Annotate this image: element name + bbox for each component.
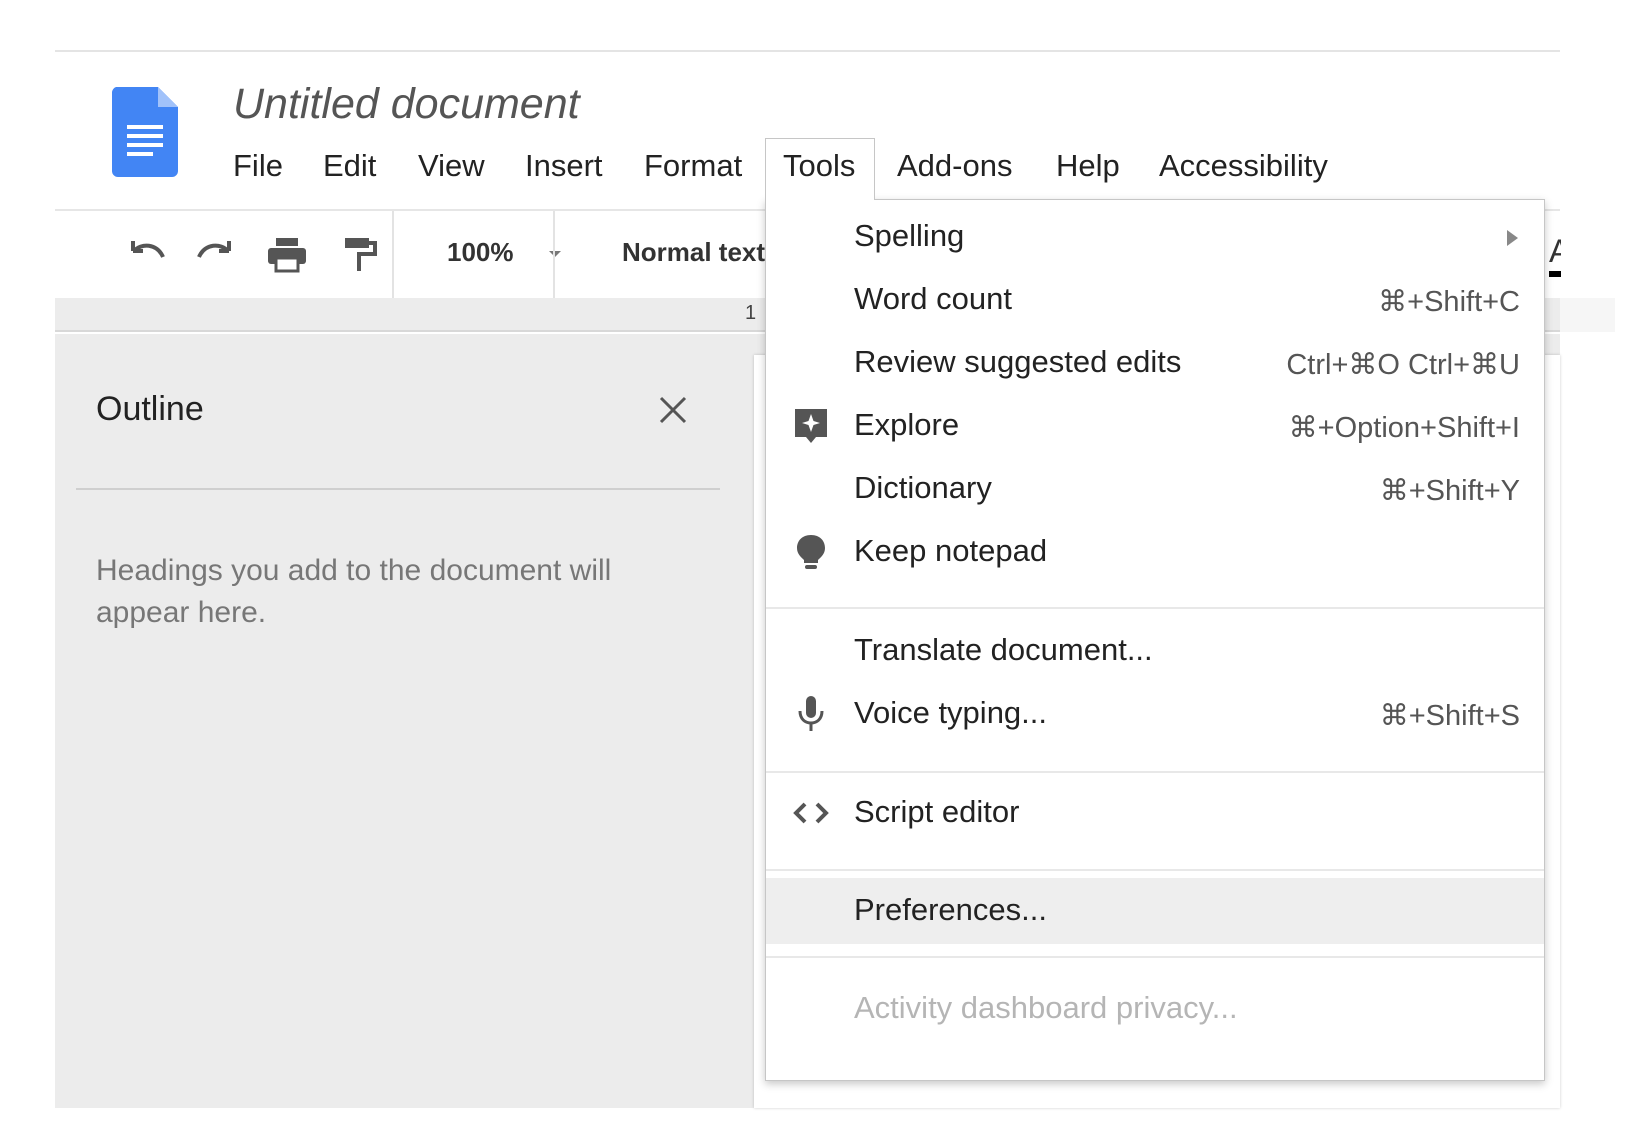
menu-item-word-count[interactable]: Word count ⌘+Shift+C	[766, 267, 1544, 333]
menu-item-label: Dictionary	[854, 470, 992, 505]
menu-separator	[766, 607, 1544, 609]
outline-divider	[76, 488, 720, 490]
menu-item-label: Voice typing...	[854, 695, 1048, 730]
menu-item-label: Preferences...	[854, 892, 1047, 927]
menu-edit[interactable]: Edit	[323, 148, 376, 184]
undo-icon[interactable]	[125, 237, 169, 273]
ruler-mark: 1	[745, 302, 757, 324]
menu-help[interactable]: Help	[1056, 148, 1120, 184]
menu-format[interactable]: Format	[644, 148, 742, 184]
outline-title: Outline	[96, 390, 204, 428]
zoom-caret-icon	[549, 251, 561, 257]
menu-item-shortcut: ⌘+Option+Shift+I	[1288, 412, 1520, 444]
menu-item-label: Spelling	[854, 218, 965, 253]
code-icon	[793, 802, 829, 824]
docs-logo-icon[interactable]	[112, 87, 178, 177]
menu-item-explore[interactable]: Explore ⌘+Option+Shift+I	[766, 393, 1544, 459]
redo-icon[interactable]	[193, 237, 237, 273]
text-color-swatch	[1549, 271, 1561, 277]
document-title[interactable]: Untitled document	[233, 80, 580, 129]
menu-item-label: Keep notepad	[854, 533, 1048, 568]
paragraph-style-select[interactable]: Normal text	[622, 237, 782, 268]
menu-tools[interactable]: Tools	[783, 148, 855, 184]
menu-item-dictionary[interactable]: Dictionary ⌘+Shift+Y	[766, 456, 1544, 522]
lightbulb-icon	[797, 535, 825, 569]
menu-item-label: Word count	[854, 281, 1012, 316]
outline-empty-hint: Headings you add to the document will ap…	[96, 554, 612, 629]
menu-item-voice-typing[interactable]: Voice typing... ⌘+Shift+S	[766, 681, 1544, 747]
paint-format-icon[interactable]	[337, 237, 381, 273]
menu-separator	[766, 771, 1544, 773]
zoom-select[interactable]: 100%	[447, 237, 514, 268]
toolbar-separator	[392, 211, 394, 298]
menu-add-ons[interactable]: Add-ons	[897, 148, 1012, 184]
tools-menu: Spelling Word count ⌘+Shift+C Review sug…	[765, 199, 1545, 1081]
menu-item-activity-dashboard-privacy: Activity dashboard privacy...	[766, 976, 1544, 1042]
menu-file[interactable]: File	[233, 148, 283, 184]
ruler-margin	[1560, 298, 1615, 332]
menu-separator	[766, 956, 1544, 958]
menu-item-shortcut: Ctrl+⌘O Ctrl+⌘U	[1286, 349, 1520, 381]
menu-item-spelling[interactable]: Spelling	[766, 204, 1544, 270]
menu-item-keep-notepad[interactable]: Keep notepad	[766, 519, 1544, 585]
print-icon[interactable]	[265, 237, 309, 273]
menu-item-label: Script editor	[854, 794, 1020, 829]
menu-item-label: Translate document...	[854, 632, 1153, 667]
menu-item-label: Explore	[854, 407, 960, 442]
menu-item-label: Review suggested edits	[854, 344, 1182, 379]
menu-item-translate-document[interactable]: Translate document...	[766, 618, 1544, 684]
close-icon[interactable]	[655, 392, 691, 428]
menu-view[interactable]: View	[418, 148, 485, 184]
menu-item-shortcut: ⌘+Shift+C	[1378, 286, 1520, 318]
menu-accessibility[interactable]: Accessibility	[1159, 148, 1328, 184]
explore-icon	[795, 409, 827, 443]
top-divider	[55, 50, 1560, 52]
menu-item-script-editor[interactable]: Script editor	[766, 780, 1544, 846]
menu-insert[interactable]: Insert	[525, 148, 603, 184]
microphone-icon	[798, 696, 824, 731]
text-color-button[interactable]: A	[1549, 233, 1561, 270]
submenu-arrow-icon	[1507, 230, 1518, 246]
menu-item-preferences[interactable]: Preferences...	[766, 878, 1544, 944]
menu-item-review-suggested-edits[interactable]: Review suggested edits Ctrl+⌘O Ctrl+⌘U	[766, 330, 1544, 396]
menu-item-shortcut: ⌘+Shift+S	[1379, 700, 1520, 732]
menu-separator	[766, 869, 1544, 871]
toolbar-separator	[553, 211, 555, 298]
menu-item-shortcut: ⌘+Shift+Y	[1379, 475, 1520, 507]
menu-item-label: Activity dashboard privacy...	[854, 990, 1238, 1025]
